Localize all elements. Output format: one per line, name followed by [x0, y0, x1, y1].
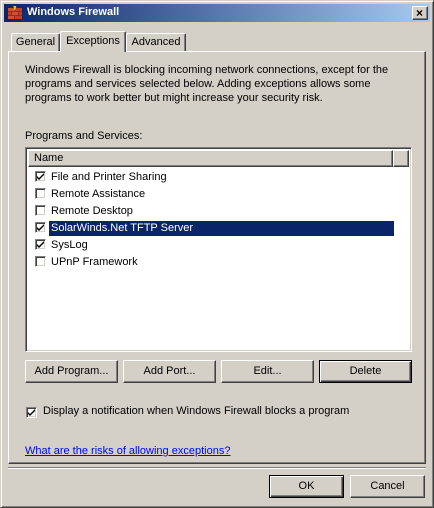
- column-header-filler: [393, 150, 409, 167]
- delete-button[interactable]: Delete: [319, 360, 412, 383]
- close-button[interactable]: ×: [412, 6, 428, 20]
- footer-divider: [8, 467, 426, 469]
- list-item-label: SolarWinds.Net TFTP Server: [48, 220, 395, 237]
- cancel-button[interactable]: Cancel: [350, 475, 425, 498]
- list-item-label: SysLog: [51, 239, 88, 251]
- column-header-name[interactable]: Name: [28, 150, 393, 167]
- programs-services-list[interactable]: Name File and Printer Sharing Remote Ass…: [25, 147, 412, 352]
- programs-services-label: Programs and Services:: [25, 130, 143, 142]
- tab-exceptions[interactable]: Exceptions: [60, 31, 126, 52]
- list-item-label: File and Printer Sharing: [51, 171, 167, 183]
- item-checkbox[interactable]: [35, 171, 46, 182]
- add-program-button[interactable]: Add Program...: [25, 360, 118, 383]
- add-port-button[interactable]: Add Port...: [123, 360, 216, 383]
- notification-label: Display a notification when Windows Fire…: [43, 405, 350, 417]
- item-checkbox[interactable]: [35, 188, 46, 199]
- firewall-brick-icon: [7, 5, 23, 21]
- risks-help-link[interactable]: What are the risks of allowing exception…: [25, 445, 230, 457]
- tab-advanced[interactable]: Advanced: [126, 33, 186, 51]
- tab-general[interactable]: General: [11, 33, 60, 51]
- ok-button[interactable]: OK: [269, 475, 344, 498]
- list-item-label: Remote Desktop: [51, 205, 133, 217]
- item-checkbox[interactable]: [35, 222, 46, 233]
- list-item-label: Remote Assistance: [51, 188, 146, 200]
- item-checkbox[interactable]: [35, 205, 46, 216]
- item-checkbox[interactable]: [35, 256, 46, 267]
- list-header: Name: [28, 150, 409, 167]
- item-checkbox[interactable]: [35, 239, 46, 250]
- tab-advanced-label: Advanced: [131, 36, 181, 48]
- notification-checkbox[interactable]: [26, 407, 37, 418]
- checkmark-icon: [37, 224, 44, 231]
- title-bar[interactable]: Windows Firewall ×: [4, 4, 430, 22]
- tab-exceptions-label: Exceptions: [66, 35, 120, 47]
- list-item-label: UPnP Framework: [51, 256, 138, 268]
- exceptions-description: Windows Firewall is blocking incoming ne…: [25, 64, 389, 104]
- tab-general-label: General: [15, 36, 56, 48]
- windows-firewall-window: Windows Firewall × General Exceptions Ad…: [0, 0, 434, 508]
- window-title: Windows Firewall: [27, 6, 120, 18]
- checkmark-icon: [37, 241, 44, 248]
- checkmark-icon: [37, 173, 44, 180]
- checkmark-icon: [28, 409, 35, 416]
- close-icon: ×: [416, 6, 424, 20]
- edit-button[interactable]: Edit...: [221, 360, 314, 383]
